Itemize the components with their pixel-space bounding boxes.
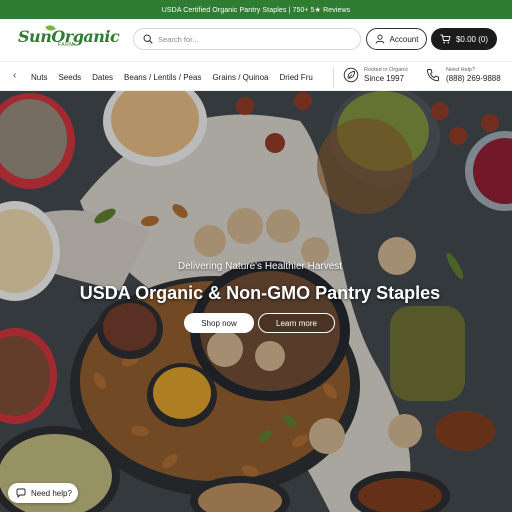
chevron-left-icon[interactable]: ‹ (13, 70, 16, 81)
nav-item-seeds[interactable]: Seeds (58, 73, 81, 82)
nav-item-dried-fruit[interactable]: Dried Fru (279, 73, 312, 82)
announcement-bar: USDA Certified Organic Pantry Staples | … (0, 0, 512, 19)
help-chat-label: Need help? (31, 488, 72, 498)
hero-banner: Delivering Nature's Healthier Harvest US… (0, 91, 512, 512)
rooted-big: Since 1997 (364, 74, 405, 83)
rooted-info: Rooted in Organic Since 1997 (343, 67, 408, 83)
leaf-badge-icon (343, 67, 359, 83)
cart-icon (440, 34, 451, 44)
nav-item-beans[interactable]: Beans / Lentils / Peas (124, 73, 201, 82)
hero-title: USDA Organic & Non-GMO Pantry Staples (79, 283, 441, 303)
help-chat-button[interactable]: Need help? (8, 483, 78, 503)
nav-item-grains[interactable]: Grains / Quinoa (212, 73, 268, 82)
help-small: Need Help? (446, 67, 476, 73)
logo-sub: FARM (58, 42, 74, 48)
nav-items: Nuts Seeds Dates Beans / Lentils / Peas … (31, 62, 333, 92)
logo[interactable]: SunOrganic FARM (16, 23, 120, 53)
chat-icon (16, 488, 26, 498)
shop-now-button[interactable]: Shop now (184, 313, 254, 333)
search-bar[interactable] (133, 28, 361, 50)
learn-more-button[interactable]: Learn more (258, 313, 335, 333)
nav-divider (333, 67, 334, 87)
category-nav: ‹ Nuts Seeds Dates Beans / Lentils / Pea… (0, 61, 512, 91)
phone-icon (426, 69, 439, 82)
nav-item-dates[interactable]: Dates (92, 73, 113, 82)
help-phone[interactable]: (888) 269-9888 (446, 74, 501, 83)
rooted-small: Rooted in Organic (364, 67, 409, 73)
header: SunOrganic FARM Account $0.00 (0) (0, 19, 512, 61)
search-icon (143, 34, 153, 44)
nav-item-nuts[interactable]: Nuts (31, 73, 47, 82)
hero-subtitle: Delivering Nature's Healthier Harvest (177, 261, 343, 272)
announcement-text: USDA Certified Organic Pantry Staples | … (161, 6, 351, 14)
search-input[interactable] (158, 34, 348, 44)
user-icon (375, 34, 384, 44)
help-info[interactable]: Need Help? (888) 269-9888 (425, 67, 501, 83)
account-button[interactable]: Account (366, 28, 427, 50)
cart-button[interactable]: $0.00 (0) (431, 28, 497, 50)
cart-label: $0.00 (0) (455, 34, 489, 44)
account-label: Account (389, 34, 419, 44)
